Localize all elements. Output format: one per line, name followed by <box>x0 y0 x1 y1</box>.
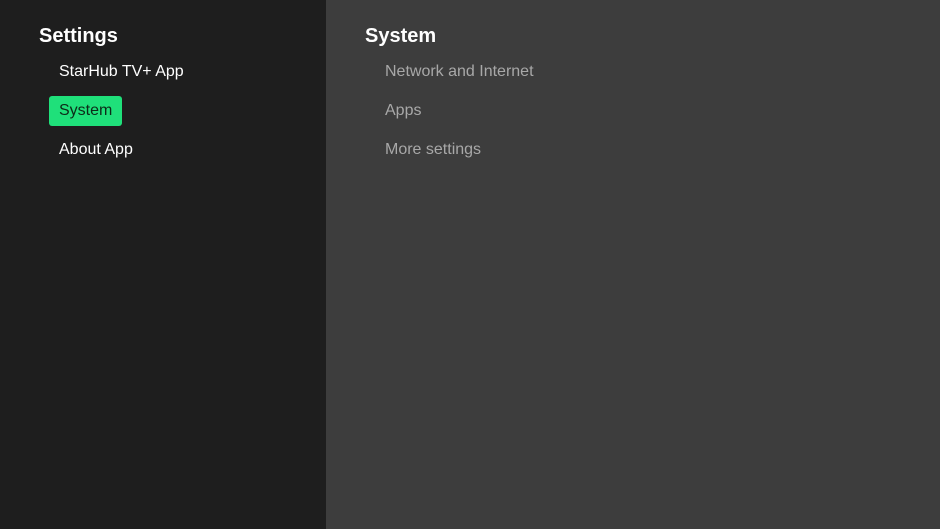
option-network-and-internet[interactable]: Network and Internet <box>375 57 544 87</box>
sidebar-menu: StarHub TV+ App System About App <box>49 57 194 174</box>
settings-sidebar: Settings StarHub TV+ App System About Ap… <box>0 0 326 529</box>
option-more-settings[interactable]: More settings <box>375 135 544 165</box>
detail-title: System <box>365 25 437 47</box>
sidebar-item-about-app[interactable]: About App <box>49 135 143 165</box>
sidebar-item-starhub-tv-app[interactable]: StarHub TV+ App <box>49 57 194 87</box>
option-apps[interactable]: Apps <box>375 96 544 126</box>
sidebar-title: Settings <box>39 25 118 47</box>
system-detail-panel: System Network and Internet Apps More se… <box>326 0 940 529</box>
settings-screen: Settings StarHub TV+ App System About Ap… <box>0 0 940 529</box>
sidebar-item-system[interactable]: System <box>49 96 123 126</box>
system-options-list: Network and Internet Apps More settings <box>375 57 544 174</box>
